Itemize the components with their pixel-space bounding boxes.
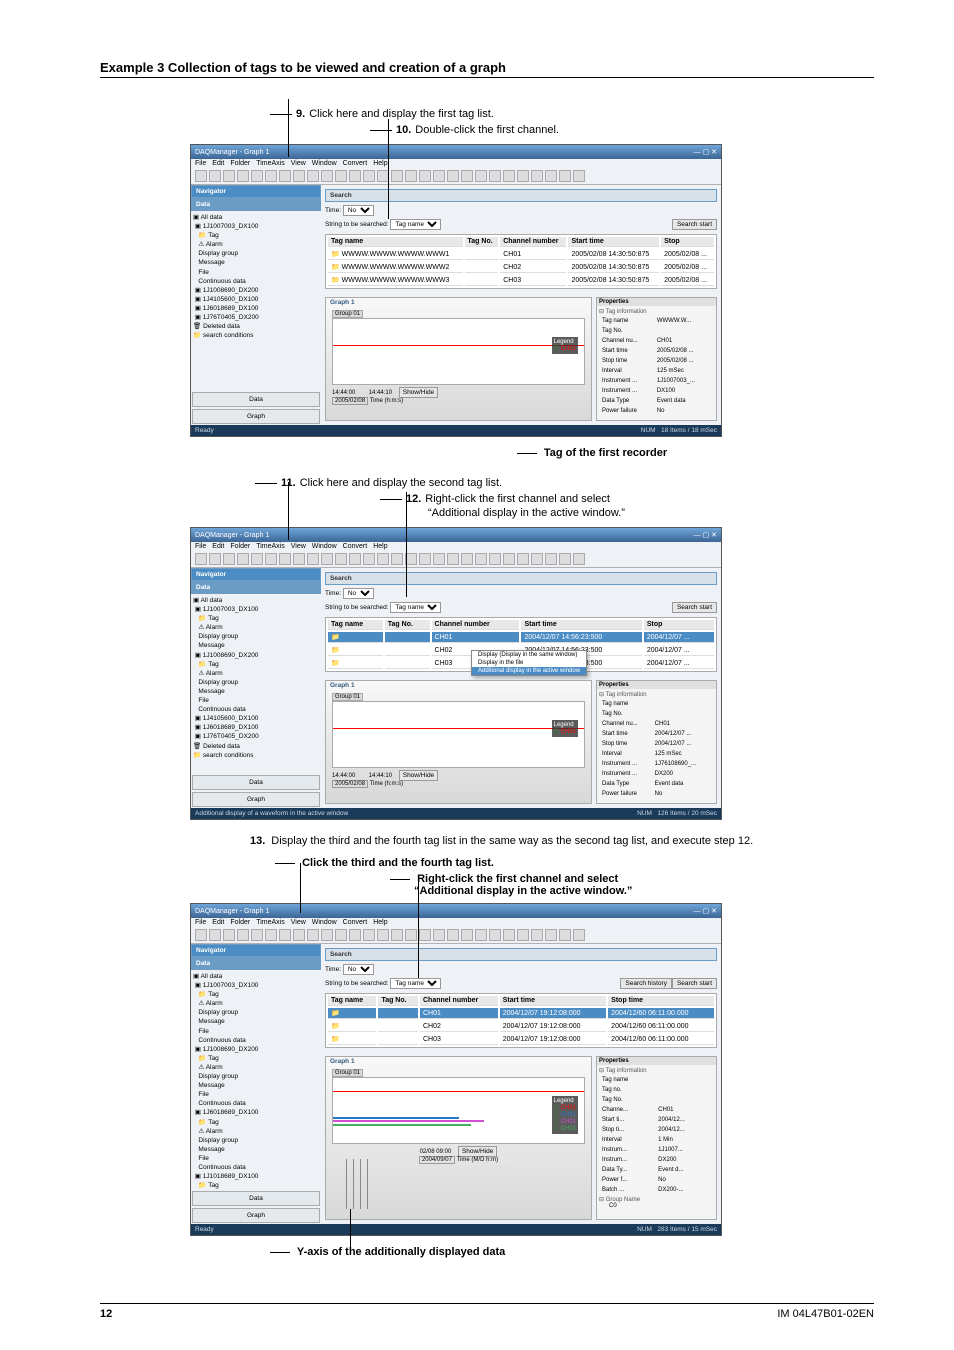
window-titlebar[interactable]: DAQManager - Graph 1— ▢ ✕ [191, 145, 721, 159]
tag-list-table[interactable]: Tag nameTag No.Channel numberStart timeS… [325, 234, 717, 289]
navigator-panel: Navigator Data ▣ All data ▣ 1J1007003_DX… [191, 185, 321, 425]
table-row: 📁CH022004/12/07 19:12:08:0002004/12/60 0… [328, 1021, 714, 1032]
screenshot-3: DAQManager - Graph 1— ▢ ✕ FileEditFolder… [190, 903, 722, 1236]
status-bar: Ready NUM 18 Items / 18 mSec [191, 425, 721, 436]
table-row: 📁CH012004/12/07 19:12:08:0002004/12/60 0… [328, 1008, 714, 1019]
nav-tree[interactable]: ▣ All data ▣ 1J1007003_DX100 📁 Tag ⚠ Ala… [191, 211, 321, 391]
callout-10: 10. Double-click the first channel. [370, 124, 874, 136]
yaxis-label: Y-axis of the additionally displayed dat… [270, 1246, 874, 1258]
step-13-text: 13. Display the third and the fourth tag… [250, 835, 874, 847]
menu-bar[interactable]: FileEditFolderTimeAxisViewWindowConvertH… [191, 159, 721, 168]
table-row: 📁 WWWW.WWWW.WWWW.WWW3CH032005/02/08 14:3… [328, 275, 714, 286]
graph-legend: Legend CH01 [552, 337, 578, 354]
search-string-select[interactable]: Tag name [390, 219, 441, 230]
rightclick-callout: Right-click the first channel and select [390, 873, 874, 885]
tag-first-recorder-label: Tag of the first recorder [310, 447, 874, 459]
toolbar[interactable] [191, 168, 721, 185]
callout-11: 11. Click here and display the second ta… [255, 477, 874, 489]
properties-panel: Properties ⊟ Tag information Tag nameWWW… [596, 297, 717, 421]
data-header[interactable]: Data [191, 198, 321, 211]
nav-graph-button[interactable]: Graph [192, 409, 320, 424]
table-row: 📁 WWWW.WWWW.WWWW.WWW2CH022005/02/08 14:3… [328, 262, 714, 273]
graph-plot-multi: Legend CH01 CH01 CH01 CH01 [332, 1077, 585, 1144]
table-row: 📁CH012004/12/07 14:56:23:5002004/12/07 .… [328, 632, 714, 643]
graph-window[interactable]: Graph 1 Group 01 Legend CH01 14:44:00 [325, 297, 592, 421]
y-axis-additional [346, 1159, 371, 1209]
search-start-button[interactable]: Search start [672, 219, 717, 230]
callout-12: 12. Right-click the first channel and se… [380, 493, 874, 505]
example-title: Example 3 Collection of tags to be viewe… [100, 60, 874, 78]
nav-data-button[interactable]: Data [192, 392, 320, 407]
time-select[interactable]: No [343, 205, 374, 216]
show-hide-button[interactable]: Show/Hide [399, 387, 438, 398]
search-area: Search Time: No String to be searched: T… [321, 185, 721, 234]
screenshot-1: DAQManager - Graph 1— ▢ ✕ FileEditFolder… [190, 144, 722, 437]
table-row: 📁 WWWW.WWWW.WWWW.WWW1CH012005/02/08 14:3… [328, 249, 714, 260]
page-footer: 12 IM 04L47B01-02EN [100, 1303, 874, 1320]
context-menu[interactable]: Display (Display in the same window) Dis… [471, 650, 587, 676]
screenshot-2: DAQManager - Graph 1— ▢ ✕ FileEditFolder… [190, 527, 722, 820]
click-34-callout: Click the third and the fourth tag list. [275, 857, 874, 869]
table-row: 📁CH032004/12/07 19:12:08:0002004/12/60 0… [328, 1034, 714, 1045]
callout-9: 9. Click here and display the first tag … [270, 108, 874, 120]
